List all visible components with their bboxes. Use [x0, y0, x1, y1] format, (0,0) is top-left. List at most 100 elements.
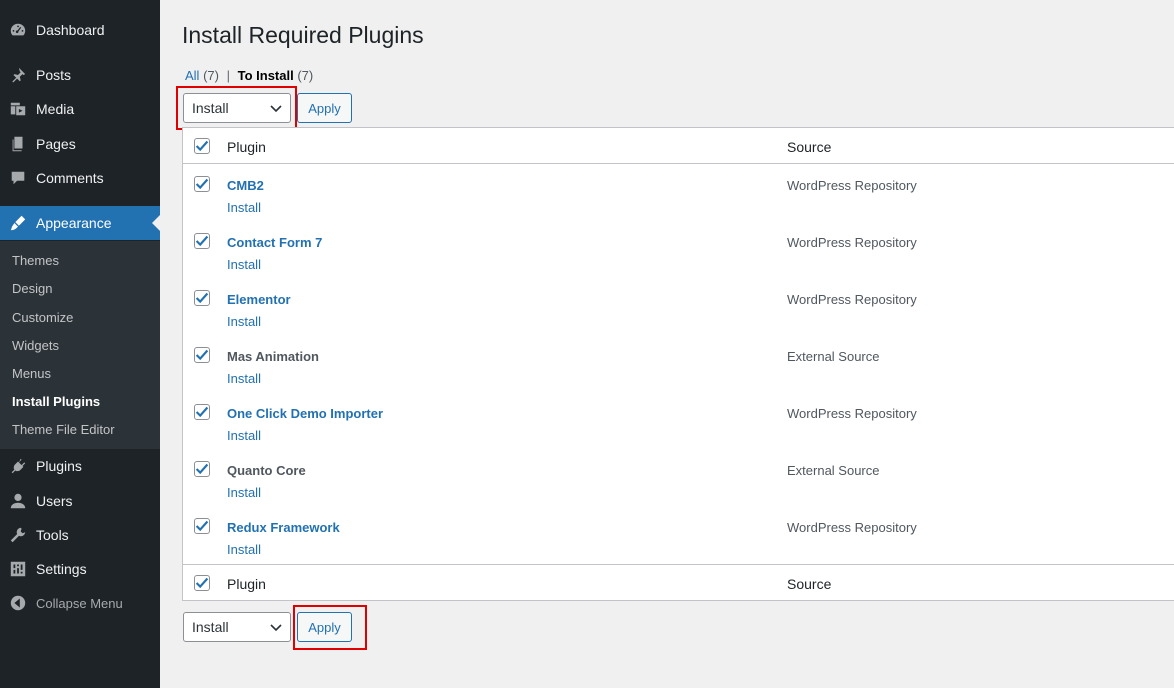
appearance-submenu: Themes Design Customize Widgets Menus In…	[0, 241, 160, 449]
pin-icon	[0, 66, 36, 84]
menu-label: Appearance	[36, 215, 112, 231]
plugin-name[interactable]: Redux Framework	[227, 520, 340, 535]
submenu-themes[interactable]: Themes	[12, 253, 59, 268]
row-checkbox[interactable]	[194, 518, 210, 534]
table-row: Redux Framework Install WordPress Reposi…	[183, 506, 1174, 563]
submenu-customize[interactable]: Customize	[12, 310, 73, 325]
menu-pages[interactable]: Pages	[0, 127, 160, 161]
plugin-source: External Source	[787, 463, 880, 478]
submenu-widgets[interactable]: Widgets	[12, 338, 59, 353]
menu-label: Tools	[36, 527, 69, 543]
install-link[interactable]: Install	[227, 257, 261, 272]
plugin-name[interactable]: CMB2	[227, 178, 264, 193]
collapse-menu-button[interactable]: Collapse Menu	[0, 586, 160, 620]
checkmark-icon	[195, 463, 209, 475]
select-all-checkbox-bottom[interactable]	[194, 575, 210, 591]
row-checkbox[interactable]	[194, 404, 210, 420]
user-icon	[0, 492, 36, 510]
checkmark-icon	[195, 349, 209, 361]
comment-icon	[0, 169, 36, 187]
menu-label: Users	[36, 493, 73, 509]
menu-label: Settings	[36, 561, 87, 577]
apply-button-top[interactable]: Apply	[297, 93, 352, 123]
menu-settings[interactable]: Settings	[0, 552, 160, 586]
plugin-name[interactable]: One Click Demo Importer	[227, 406, 383, 421]
table-row: Quanto Core Install External Source	[183, 449, 1174, 506]
install-link[interactable]: Install	[227, 542, 261, 557]
plugin-source: WordPress Repository	[787, 235, 917, 250]
menu-appearance[interactable]: Appearance	[0, 206, 160, 240]
menu-dashboard[interactable]: Dashboard	[0, 13, 160, 47]
table-row: Mas Animation Install External Source	[183, 335, 1174, 392]
table-row: Elementor Install WordPress Repository	[183, 278, 1174, 335]
submenu-install-plugins[interactable]: Install Plugins	[12, 394, 100, 409]
menu-comments[interactable]: Comments	[0, 161, 160, 195]
status-filters: All (7) | To Install (7)	[185, 68, 313, 83]
filter-to-install[interactable]: To Install (7)	[238, 68, 314, 83]
plugin-name[interactable]: Elementor	[227, 292, 291, 307]
plugin-name: Quanto Core	[227, 463, 306, 478]
collapse-label: Collapse Menu	[36, 595, 123, 611]
filter-all[interactable]: All (7)	[185, 68, 219, 83]
install-link[interactable]: Install	[227, 314, 261, 329]
highlight-box-bottom	[293, 605, 367, 650]
table-footer: Plugin Source	[183, 564, 1174, 600]
pages-icon	[0, 135, 36, 153]
select-all-checkbox[interactable]	[194, 138, 210, 154]
plug-icon	[0, 457, 36, 475]
checkmark-icon	[195, 178, 209, 190]
submenu-theme-file-editor[interactable]: Theme File Editor	[12, 422, 115, 437]
collapse-icon	[0, 594, 36, 612]
install-link[interactable]: Install	[227, 485, 261, 500]
plugin-source: External Source	[787, 349, 880, 364]
bulk-action-value: Install	[192, 619, 229, 635]
column-plugin[interactable]: Plugin	[227, 576, 266, 592]
install-link[interactable]: Install	[227, 428, 261, 443]
row-checkbox[interactable]	[194, 233, 210, 249]
plugins-table: Plugin Source CMB2 Install WordPress Rep…	[182, 127, 1174, 601]
table-header: Plugin Source	[183, 128, 1174, 164]
admin-sidebar: Dashboard Posts Media Pages Comments App…	[0, 0, 160, 688]
highlight-box-top	[176, 86, 297, 130]
column-source[interactable]: Source	[787, 576, 831, 592]
install-link[interactable]: Install	[227, 200, 261, 215]
menu-users[interactable]: Users	[0, 484, 160, 518]
column-source[interactable]: Source	[787, 139, 831, 155]
table-row: One Click Demo Importer Install WordPres…	[183, 392, 1174, 449]
row-checkbox[interactable]	[194, 176, 210, 192]
menu-label: Plugins	[36, 458, 82, 474]
table-row: CMB2 Install WordPress Repository	[183, 164, 1174, 221]
menu-label: Dashboard	[36, 22, 105, 38]
plugin-source: WordPress Repository	[787, 406, 917, 421]
plugin-source: WordPress Repository	[787, 178, 917, 193]
menu-posts[interactable]: Posts	[0, 58, 160, 92]
bulk-action-select-bottom[interactable]: Install	[183, 612, 291, 642]
submenu-design[interactable]: Design	[12, 281, 52, 296]
media-icon	[0, 100, 36, 118]
active-arrow	[152, 215, 160, 231]
menu-plugins[interactable]: Plugins	[0, 449, 160, 483]
checkmark-icon	[195, 406, 209, 418]
plugin-source: WordPress Repository	[787, 520, 917, 535]
menu-label: Media	[36, 101, 75, 117]
wrench-icon	[0, 526, 36, 544]
checkmark-icon	[195, 292, 209, 304]
column-plugin[interactable]: Plugin	[227, 139, 266, 155]
table-row: Contact Form 7 Install WordPress Reposit…	[183, 221, 1174, 278]
install-link[interactable]: Install	[227, 371, 261, 386]
plugin-name[interactable]: Contact Form 7	[227, 235, 322, 250]
row-checkbox[interactable]	[194, 461, 210, 477]
brush-icon	[0, 214, 36, 232]
filter-all-label: All	[185, 68, 200, 83]
filter-all-count: (7)	[203, 68, 219, 83]
submenu-menus[interactable]: Menus	[12, 366, 51, 381]
filter-to-install-label: To Install	[237, 68, 294, 83]
filter-to-install-count: (7)	[297, 68, 314, 83]
checkmark-icon	[195, 140, 209, 152]
row-checkbox[interactable]	[194, 347, 210, 363]
menu-tools[interactable]: Tools	[0, 518, 160, 552]
row-checkbox[interactable]	[194, 290, 210, 306]
settings-icon	[0, 560, 36, 578]
main-content: Install Required Plugins All (7) | To In…	[160, 0, 1174, 688]
menu-media[interactable]: Media	[0, 92, 160, 126]
